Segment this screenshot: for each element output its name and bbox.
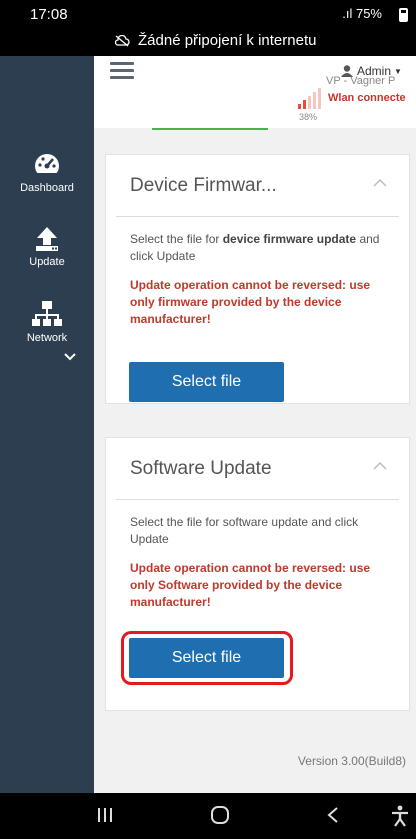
card-description: Select the file for device firmware upda… xyxy=(130,232,380,263)
upload-icon xyxy=(36,227,58,251)
chevron-up-icon[interactable] xyxy=(373,179,387,187)
progress-strip xyxy=(152,128,268,130)
sidebar: Dashboard Update Network xyxy=(0,56,94,793)
back-icon[interactable] xyxy=(326,805,340,825)
firmware-card: Device Firmwar... Select the file for de… xyxy=(105,154,410,404)
no-internet-notice: Žádné připojení k internetu xyxy=(114,32,316,49)
main-content: Device Firmwar... Select the file for de… xyxy=(94,128,416,793)
cloud-off-icon xyxy=(114,34,130,46)
select-file-button[interactable]: Select file xyxy=(129,362,284,402)
card-description: Select the file for software update and … xyxy=(130,515,359,546)
wifi-signal-icon xyxy=(298,88,321,109)
navigation-bar xyxy=(0,793,416,839)
software-update-card: Software Update Select the file for soft… xyxy=(105,437,410,711)
card-title: Device Firmwar... xyxy=(130,175,277,196)
card-warning: Update operation cannot be reversed: use… xyxy=(130,561,371,609)
dashboard-icon xyxy=(35,154,59,178)
chevron-down-icon[interactable] xyxy=(64,353,76,361)
no-internet-text: Žádné připojení k internetu xyxy=(138,32,317,49)
select-file-button[interactable]: Select file xyxy=(129,638,284,678)
card-header[interactable]: Device Firmwar... xyxy=(116,155,399,217)
sidebar-item-label: Update xyxy=(29,256,65,268)
sidebar-item-network[interactable]: Network xyxy=(0,300,94,344)
menu-icon[interactable] xyxy=(110,62,134,83)
sidebar-item-label: Dashboard xyxy=(20,182,74,194)
network-icon xyxy=(32,301,62,326)
battery-icon xyxy=(399,8,408,22)
top-bar: Admin ▼ VP - Vagner P Wlan connecte 38% xyxy=(94,56,416,128)
card-header[interactable]: Software Update xyxy=(116,438,399,500)
accessibility-icon[interactable] xyxy=(390,805,410,827)
chevron-up-icon[interactable] xyxy=(373,462,387,470)
wlan-status: Wlan connecte xyxy=(328,92,406,104)
sidebar-item-label: Network xyxy=(26,332,68,344)
home-icon[interactable] xyxy=(210,805,230,825)
card-title: Software Update xyxy=(130,458,272,479)
status-bar: 17:08 .ıl 75% Žádné připojení k internet… xyxy=(0,0,416,56)
card-warning: Update operation cannot be reversed: use… xyxy=(130,278,371,326)
recent-apps-icon[interactable] xyxy=(96,805,114,825)
sidebar-item-update[interactable]: Update xyxy=(0,226,94,268)
signal-percent: 38% xyxy=(299,112,318,122)
device-name: VP - Vagner P xyxy=(326,75,396,87)
status-time: 17:08 xyxy=(30,6,68,23)
sidebar-item-dashboard[interactable]: Dashboard xyxy=(0,152,94,194)
status-signal: .ıl 75% xyxy=(342,6,382,21)
version-label: Version 3.00(Build8) xyxy=(297,754,406,768)
